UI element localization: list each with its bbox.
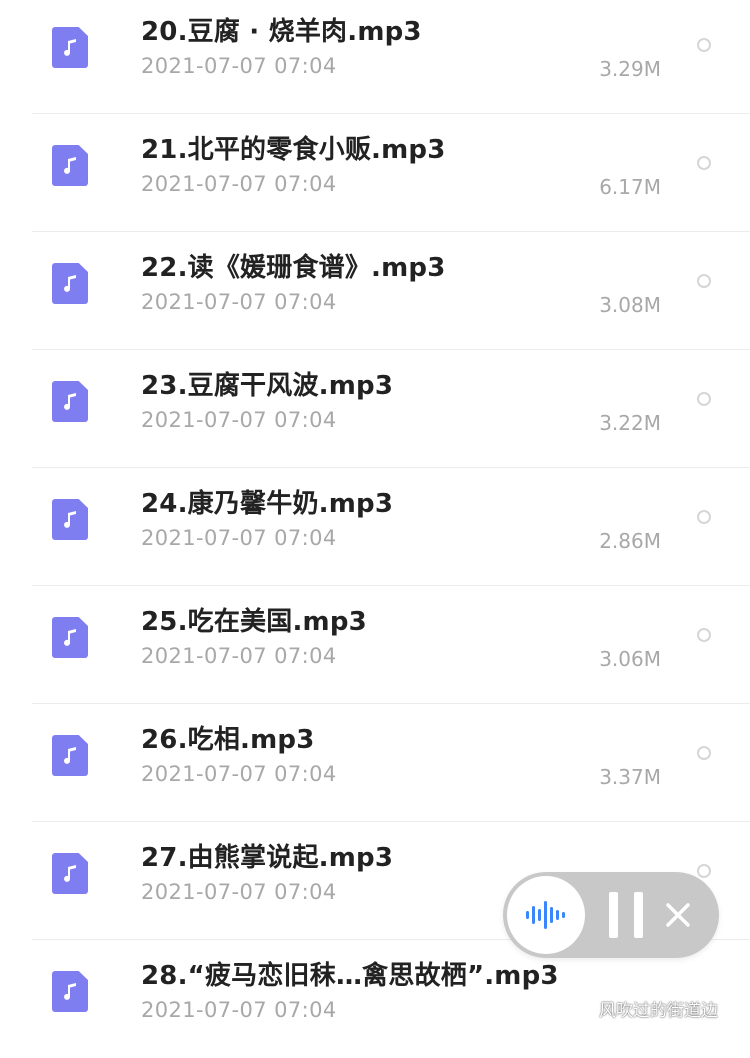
file-date: 2021-07-07 07:04: [141, 880, 337, 904]
file-size: 2.86M: [599, 529, 661, 553]
file-row[interactable]: 23.豆腐干风波.mp3 2021-07-07 07:04 3.22M: [0, 350, 750, 468]
file-date: 2021-07-07 07:04: [141, 172, 337, 196]
file-date: 2021-07-07 07:04: [141, 290, 337, 314]
select-radio[interactable]: [697, 628, 711, 642]
file-size: 3.29M: [599, 57, 661, 81]
file-name: 26.吃相.mp3: [141, 725, 315, 755]
file-name: 21.北平的零食小贩.mp3: [141, 135, 446, 165]
music-file-icon: [52, 853, 88, 894]
select-radio[interactable]: [697, 864, 711, 878]
select-radio[interactable]: [697, 746, 711, 760]
music-file-icon: [52, 617, 88, 658]
file-name: 22.读《媛珊食谱》.mp3: [141, 253, 446, 283]
file-size: 3.06M: [599, 647, 661, 671]
sound-wave-icon[interactable]: [507, 876, 585, 954]
music-file-icon: [52, 735, 88, 776]
file-row[interactable]: 20.豆腐 · 烧羊肉.mp3 2021-07-07 07:04 3.29M: [0, 0, 750, 114]
music-file-icon: [52, 27, 88, 68]
file-name: 25.吃在美国.mp3: [141, 607, 367, 637]
pause-icon[interactable]: [609, 892, 643, 938]
watermark: 风吹过的街道边: [569, 995, 718, 1021]
file-name: 24.康乃馨牛奶.mp3: [141, 489, 394, 519]
file-size: 6.17M: [599, 175, 661, 199]
close-icon[interactable]: [663, 900, 693, 930]
wechat-logo-icon: [569, 997, 595, 1019]
file-date: 2021-07-07 07:04: [141, 526, 337, 550]
file-date: 2021-07-07 07:04: [141, 762, 337, 786]
music-file-icon: [52, 263, 88, 304]
file-row[interactable]: 25.吃在美国.mp3 2021-07-07 07:04 3.06M: [0, 586, 750, 704]
file-size: 3.08M: [599, 293, 661, 317]
file-row[interactable]: 22.读《媛珊食谱》.mp3 2021-07-07 07:04 3.08M: [0, 232, 750, 350]
music-file-icon: [52, 499, 88, 540]
music-file-icon: [52, 971, 88, 1012]
file-date: 2021-07-07 07:04: [141, 408, 337, 432]
file-name: 27.由熊掌说起.mp3: [141, 843, 394, 873]
file-name: 28.“疲马恋旧秣…禽思故栖”.mp3: [141, 961, 559, 991]
select-radio[interactable]: [697, 156, 711, 170]
select-radio[interactable]: [697, 392, 711, 406]
file-row[interactable]: 21.北平的零食小贩.mp3 2021-07-07 07:04 6.17M: [0, 114, 750, 232]
floating-audio-player[interactable]: [503, 872, 719, 958]
file-date: 2021-07-07 07:04: [141, 54, 337, 78]
select-radio[interactable]: [697, 38, 711, 52]
select-radio[interactable]: [697, 274, 711, 288]
file-name: 23.豆腐干风波.mp3: [141, 371, 394, 401]
select-radio[interactable]: [697, 510, 711, 524]
file-size: 3.22M: [599, 411, 661, 435]
music-file-icon: [52, 145, 88, 186]
file-date: 2021-07-07 07:04: [141, 998, 337, 1022]
file-size: 3.37M: [599, 765, 661, 789]
file-name: 20.豆腐 · 烧羊肉.mp3: [141, 17, 422, 47]
file-date: 2021-07-07 07:04: [141, 644, 337, 668]
file-row[interactable]: 24.康乃馨牛奶.mp3 2021-07-07 07:04 2.86M: [0, 468, 750, 586]
music-file-icon: [52, 381, 88, 422]
watermark-text: 风吹过的街道边: [599, 1000, 718, 1021]
file-row[interactable]: 26.吃相.mp3 2021-07-07 07:04 3.37M: [0, 704, 750, 822]
